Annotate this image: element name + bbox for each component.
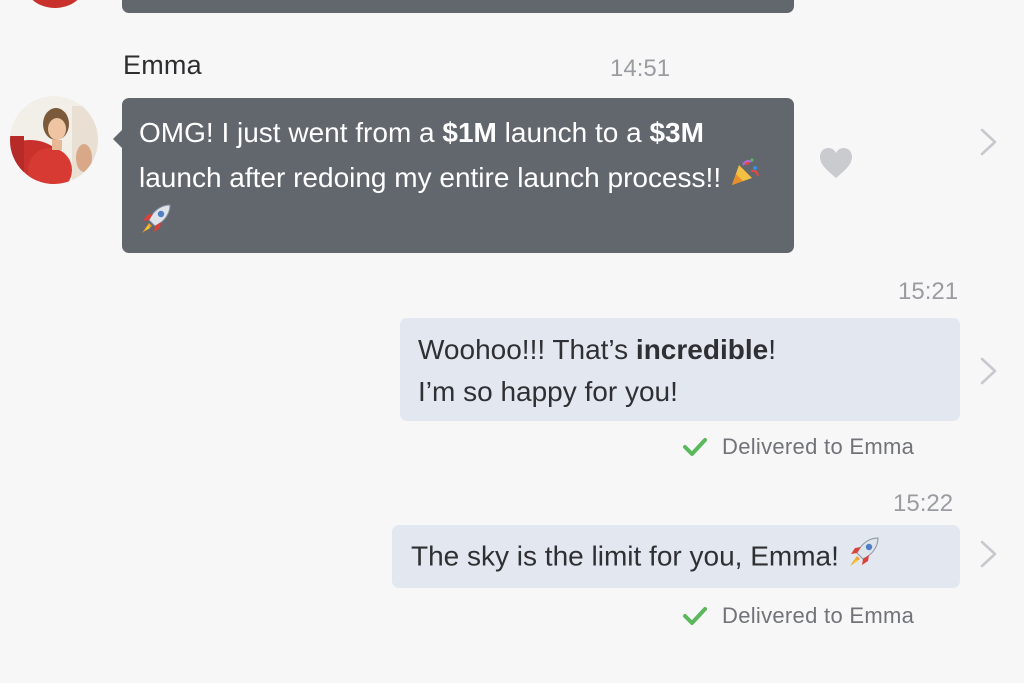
chevron-right-icon[interactable]: [978, 356, 1000, 386]
chat-thread: Emma 14:51 OMG! I just went from a $1M l…: [0, 0, 1024, 683]
chevron-right-icon[interactable]: [978, 539, 1000, 569]
message-timestamp: 15:22: [893, 490, 954, 517]
delivery-status: Delivered to Emma: [722, 434, 915, 459]
message-text: Woohoo!!! That’s: [418, 334, 636, 365]
message-text: launch to a: [496, 117, 650, 148]
sender-name: Emma: [123, 50, 202, 80]
message-text: The sky is the limit for you, Emma!: [411, 540, 839, 572]
rocket-emoji: [139, 202, 175, 250]
message-amount: $1M: [442, 117, 497, 148]
check-icon: [683, 438, 707, 456]
rocket-emoji: [847, 535, 883, 581]
outgoing-message-bubble[interactable]: The sky is the limit for you, Emma!: [392, 525, 960, 588]
outgoing-message-bubble[interactable]: Woohoo!!! That’s incredible! I’m so happ…: [400, 318, 960, 421]
message-text: OMG! I just went from a: [139, 117, 443, 148]
message-timestamp: 14:51: [610, 55, 671, 82]
chevron-right-icon[interactable]: [978, 127, 1000, 157]
message-text: launch after redoing my entire launch pr…: [139, 161, 722, 193]
message-emphasis: incredible: [635, 334, 769, 365]
message-amount: $3M: [649, 117, 704, 148]
delivery-status: Delivered to Emma: [722, 603, 915, 628]
avatar-photo: [10, 96, 98, 184]
previous-message-bubble[interactable]: [122, 0, 794, 13]
message-line: Woohoo!!! That’s incredible!: [418, 329, 944, 371]
message-timestamp: 15:21: [898, 278, 959, 305]
heart-icon[interactable]: [818, 146, 854, 180]
avatar[interactable]: [10, 96, 98, 184]
message-line: I’m so happy for you!: [418, 376, 678, 407]
party-popper-emoji: [729, 156, 761, 202]
message-text: !: [768, 334, 776, 365]
previous-avatar[interactable]: [25, 0, 85, 8]
check-icon: [683, 607, 707, 625]
incoming-message-bubble[interactable]: OMG! I just went from a $1M launch to a …: [113, 98, 794, 253]
